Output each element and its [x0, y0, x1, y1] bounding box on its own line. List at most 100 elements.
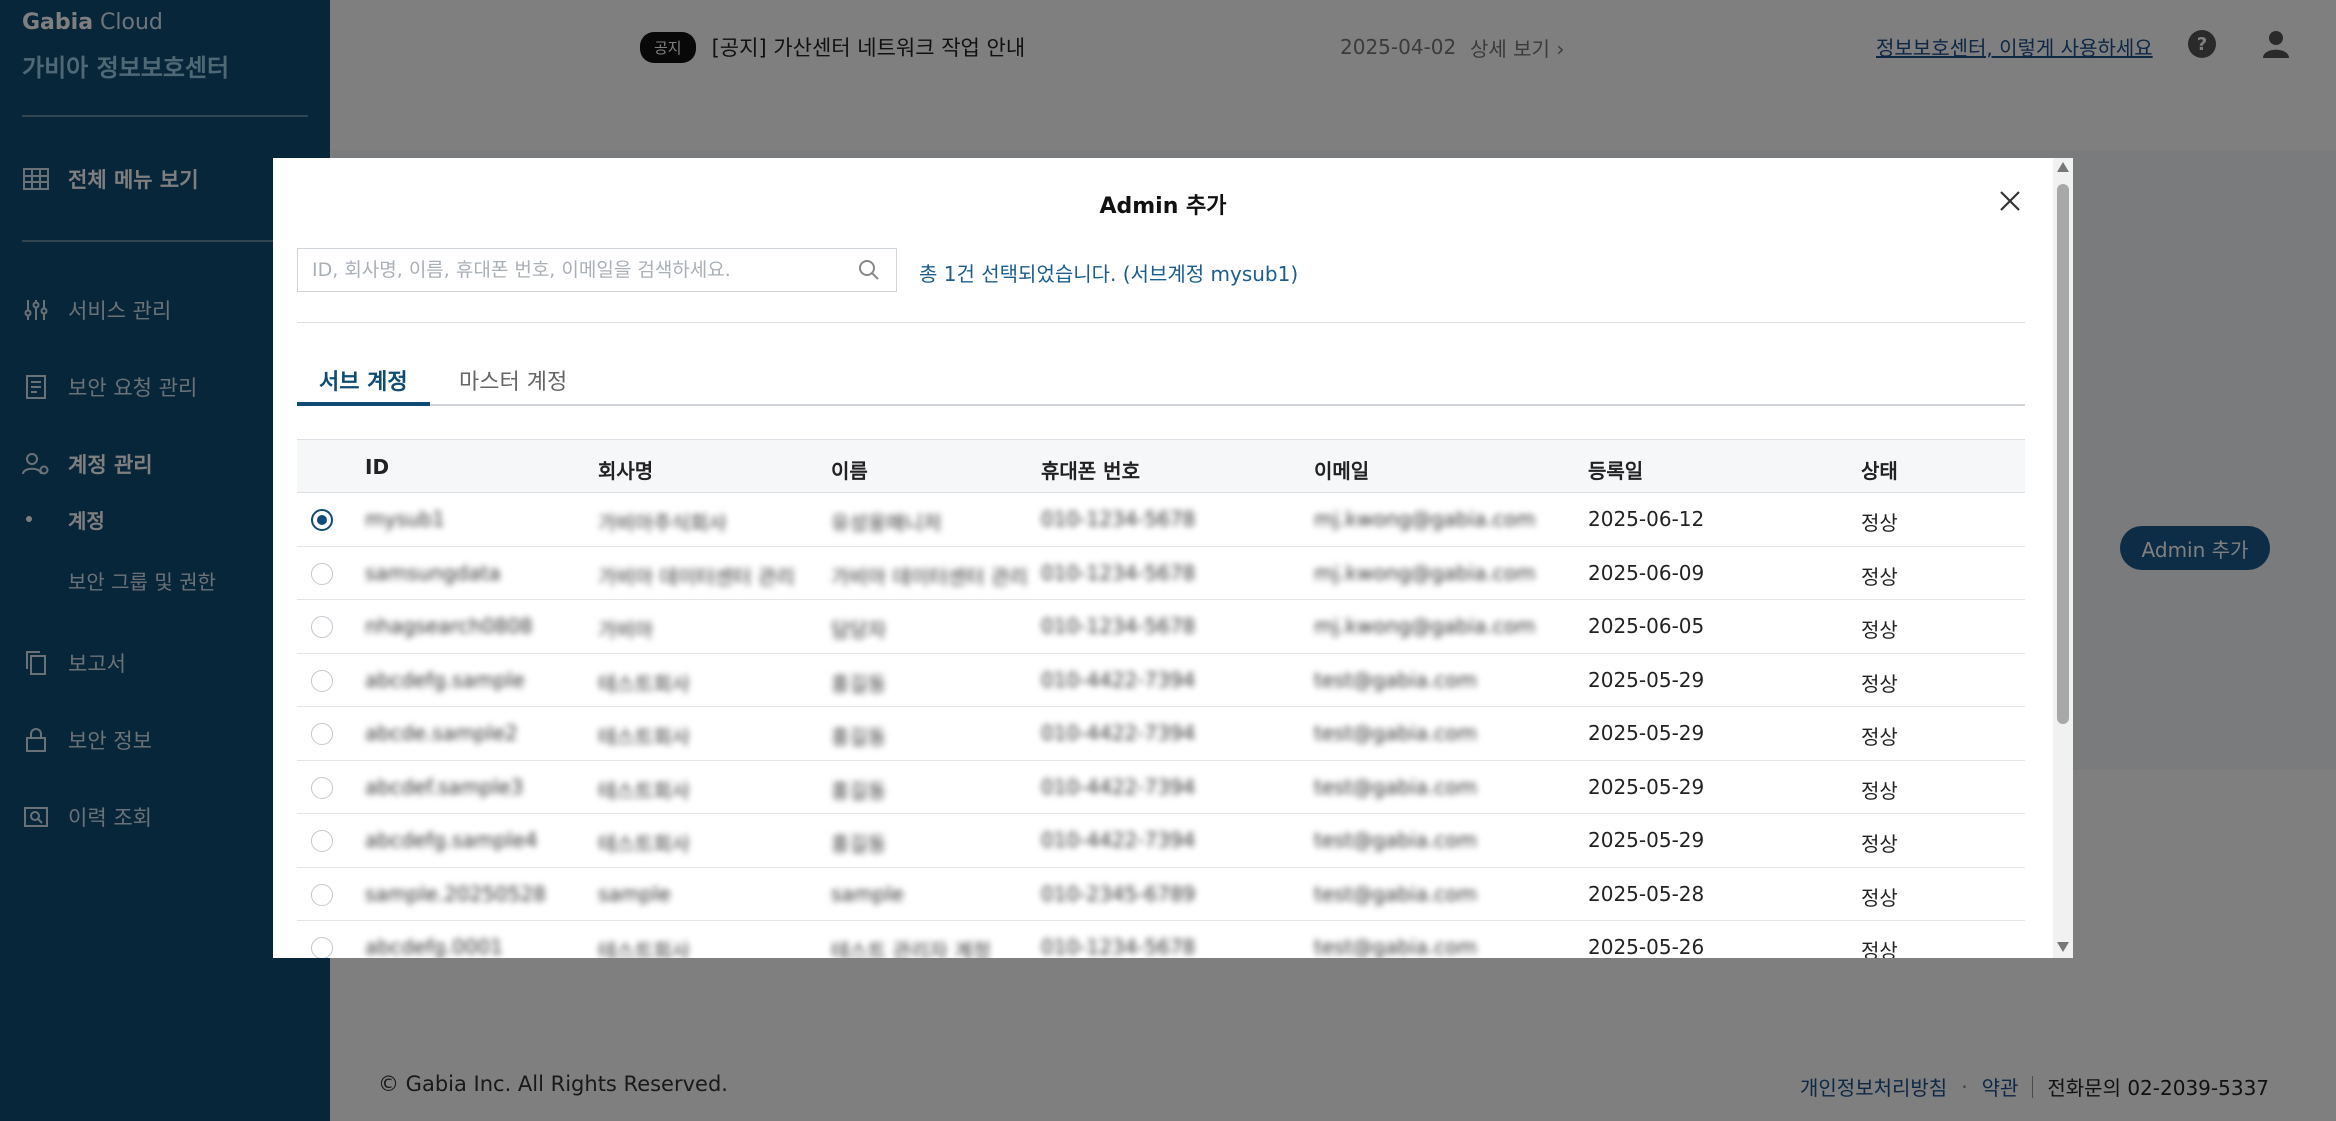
scroll-down-arrow-icon[interactable] [2057, 942, 2069, 952]
search-input[interactable] [312, 259, 856, 281]
cell-date: 2025-05-29 [1588, 667, 1705, 692]
table-body: mysub1 가비아주식회사 유성웅매니저 010-1234-5678 mj.kwong… [297, 493, 2025, 958]
row-radio[interactable] [311, 562, 333, 585]
modal-title: Admin 추가 [1099, 194, 1227, 219]
cell-date: 2025-06-05 [1588, 614, 1705, 638]
table-row[interactable]: samsungdata 가비아 데이터센터 관리 가비아 데이터센터 관리 010-1… [297, 547, 2025, 600]
cell-phone: 010-4422-7394 [1041, 667, 1196, 692]
cell-status: 정상 [1861, 885, 1898, 910]
modal-scrollbar[interactable] [2053, 158, 2073, 958]
cell-name: 홍길동 [831, 671, 887, 696]
cell-phone: 010-1234-5678 [1041, 560, 1196, 585]
col-email: 이메일 [1314, 459, 1370, 483]
cell-phone: 010-4422-7394 [1041, 774, 1196, 799]
tab-master-account[interactable]: 마스터 계정 [437, 364, 589, 406]
cell-company: 테스트회사 [598, 671, 690, 696]
cell-name: 가비아 데이터센터 관리 [831, 564, 1028, 589]
close-icon[interactable] [1995, 186, 2025, 216]
table-row[interactable]: sample.20250528 sample sample 010-2345-6789… [297, 868, 2025, 921]
cell-phone: 010-4422-7394 [1041, 721, 1196, 745]
cell-date: 2025-05-28 [1588, 881, 1705, 906]
table-row[interactable]: abcdefg.sample 테스트회사 홍길동 010-4422-7394 test@… [297, 654, 2025, 707]
search-box [297, 248, 897, 292]
cell-company: 테스트회사 [598, 725, 690, 749]
cell-date: 2025-05-26 [1588, 935, 1705, 958]
col-name: 이름 [831, 459, 868, 483]
cell-company: 테스트회사 [598, 778, 690, 803]
cell-status: 정상 [1861, 778, 1898, 803]
table-row[interactable]: abcdefg.sample4 테스트회사 홍길동 010-4422-7394 test… [297, 814, 2025, 868]
table-row[interactable]: mysub1 가비아주식회사 유성웅매니저 010-1234-5678 mj.kwong… [297, 493, 2025, 547]
row-radio[interactable] [311, 723, 333, 745]
cell-id: sample.20250528 [365, 881, 546, 906]
cell-phone: 010-1234-5678 [1041, 507, 1196, 531]
cell-email: mj.kwong@gabia.com [1314, 507, 1536, 531]
account-table: ID 회사명 이름 휴대폰 번호 이메일 등록일 상태 mysub1 가비아주식회… [297, 439, 2025, 958]
account-tabs: 서브 계정 마스터 계정 [297, 358, 2025, 406]
row-radio[interactable] [311, 937, 333, 958]
cell-date: 2025-06-12 [1588, 507, 1705, 531]
scroll-thumb[interactable] [2057, 184, 2069, 724]
cell-email: test@gabia.com [1314, 828, 1477, 852]
row-radio[interactable] [311, 830, 333, 852]
cell-phone: 010-2345-6789 [1041, 881, 1196, 906]
scroll-up-arrow-icon[interactable] [2057, 162, 2069, 172]
cell-name: 홍길동 [831, 725, 887, 749]
cell-status: 정상 [1861, 725, 1898, 749]
cell-id: nhagsearch0808 [365, 614, 533, 638]
table-row[interactable]: abcde.sample2 테스트회사 홍길동 010-4422-7394 test@g… [297, 707, 2025, 761]
cell-status: 정상 [1861, 618, 1898, 642]
row-radio[interactable] [311, 669, 333, 692]
cell-email: test@gabia.com [1314, 667, 1477, 692]
search-icon[interactable] [856, 257, 882, 283]
cell-company: 테스트회사 [598, 939, 690, 958]
admin-add-modal: Admin 추가 총 1건 선택되었습니다. (서브계정 mysub1) 서브 … [273, 158, 2073, 958]
cell-status: 정상 [1861, 832, 1898, 856]
cell-status: 정상 [1861, 511, 1898, 535]
cell-status: 정상 [1861, 564, 1898, 589]
table-row[interactable]: abcdefg.0001 테스트회사 테스트 관리자 계정 010-1234-5678… [297, 921, 2025, 958]
cell-date: 2025-06-09 [1588, 560, 1705, 585]
cell-status: 정상 [1861, 939, 1898, 958]
col-id: ID [365, 455, 390, 479]
cell-status: 정상 [1861, 671, 1898, 696]
cell-phone: 010-1234-5678 [1041, 935, 1196, 958]
modal-divider [297, 322, 2025, 323]
cell-date: 2025-05-29 [1588, 774, 1705, 799]
tab-sub-account[interactable]: 서브 계정 [297, 364, 430, 406]
row-radio[interactable] [311, 776, 333, 799]
row-radio[interactable] [311, 509, 333, 531]
cell-date: 2025-05-29 [1588, 828, 1705, 852]
cell-email: test@gabia.com [1314, 935, 1477, 958]
cell-id: samsungdata [365, 560, 501, 585]
cell-name: 홍길동 [831, 832, 887, 856]
col-status: 상태 [1861, 459, 1898, 483]
cell-id: abcdef.sample3 [365, 774, 524, 799]
cell-email: test@gabia.com [1314, 881, 1477, 906]
cell-company: 가비아주식회사 [598, 511, 727, 535]
cell-phone: 010-4422-7394 [1041, 828, 1196, 852]
cell-email: test@gabia.com [1314, 774, 1477, 799]
cell-name: sample [831, 881, 904, 906]
cell-email: mj.kwong@gabia.com [1314, 560, 1536, 585]
cell-email: mj.kwong@gabia.com [1314, 614, 1536, 638]
cell-name: 테스트 관리자 계정 [831, 939, 991, 958]
row-radio[interactable] [311, 883, 333, 906]
table-row[interactable]: nhagsearch0808 가비아 담당자 010-1234-5678 mj.kwon… [297, 600, 2025, 654]
cell-id: abcdefg.sample4 [365, 828, 538, 852]
cell-id: abcdefg.0001 [365, 935, 503, 958]
cell-id: mysub1 [365, 507, 445, 531]
cell-company: 가비아 데이터센터 관리 [598, 564, 795, 589]
cell-company: 가비아 [598, 618, 654, 642]
row-radio[interactable] [311, 616, 333, 638]
cell-company: 테스트회사 [598, 832, 690, 856]
cell-name: 담당자 [831, 618, 887, 642]
col-date: 등록일 [1588, 459, 1644, 483]
cell-email: test@gabia.com [1314, 721, 1477, 745]
table-row[interactable]: abcdef.sample3 테스트회사 홍길동 010-4422-7394 test@… [297, 761, 2025, 814]
cell-name: 유성웅매니저 [831, 511, 942, 535]
cell-id: abcde.sample2 [365, 721, 518, 745]
table-header: ID 회사명 이름 휴대폰 번호 이메일 등록일 상태 [297, 439, 2025, 493]
col-company: 회사명 [598, 459, 654, 483]
cell-phone: 010-1234-5678 [1041, 614, 1196, 638]
